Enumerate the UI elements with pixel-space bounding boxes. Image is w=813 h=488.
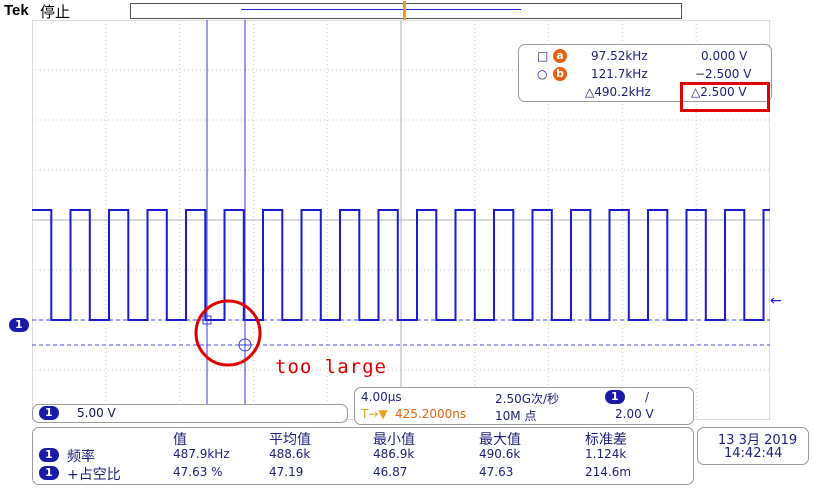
trigger-position: 425.2000ns (395, 407, 467, 421)
channel-1-ground-marker[interactable]: 1 (9, 313, 29, 332)
datetime-box: 13 3月 2019 14:42:44 (697, 427, 809, 465)
row2-max: 47.63 (479, 465, 514, 479)
row2-mean: 47.19 (269, 465, 304, 479)
time-text: 14:42:44 (724, 446, 783, 461)
row1-measure-name: 频率 (67, 449, 95, 465)
channel-1-badge: 1 (39, 406, 59, 420)
header-value: 值 (173, 432, 187, 448)
row2-measure-name: +占空比 (67, 467, 121, 483)
time-per-div: 4.00µs (361, 390, 402, 404)
row1-mean: 488.6k (269, 447, 311, 461)
row2-min: 46.87 (373, 465, 408, 479)
row1-min: 486.9k (373, 447, 415, 461)
channel-scale-panel[interactable]: 1 5.00 V (32, 404, 348, 423)
record-length: 10M 点 (495, 409, 537, 423)
measurement-table: 值 平均值 最小值 最大值 标准差 1 频率 487.9kHz 488.6k 4… (32, 427, 694, 485)
row1-max: 490.6k (479, 447, 521, 461)
channel-1-volts-per-div: 5.00 V (77, 406, 116, 420)
trigger-level: 2.00 V (615, 407, 654, 421)
square-cursor-icon: □ (537, 49, 549, 63)
annotation-text: too large (275, 356, 387, 378)
acquisition-status: 停止 (40, 3, 71, 21)
tek-logo: Tek (4, 2, 29, 19)
circle-cursor-icon: ○ (537, 67, 548, 81)
trigger-slope-icon: / (645, 390, 650, 404)
timebase-panel[interactable]: 4.00µs 2.50G次/秒 1 / T→▼ 425.2000ns 10M 点… (354, 387, 694, 425)
delta-voltage-highlight (680, 82, 770, 112)
row2-stddev: 214.6m (585, 465, 632, 479)
cursor-a-frequency: 97.52kHz (591, 49, 648, 63)
header-mean: 平均值 (269, 432, 311, 448)
row1-stddev: 1.124k (585, 447, 627, 461)
row1-value: 487.9kHz (173, 447, 230, 461)
row2-value: 47.63 % (173, 465, 223, 479)
header-max: 最大值 (479, 432, 521, 448)
cursor-a-voltage: 0.000 V (701, 49, 748, 63)
row2-channel-badge: 1 (39, 466, 59, 480)
trigger-channel-badge: 1 (605, 390, 625, 404)
header-min: 最小值 (373, 432, 415, 448)
trigger-offset-icon: T→▼ (361, 407, 388, 421)
sample-rate: 2.50G次/秒 (495, 392, 560, 406)
cursor-delta-frequency: △490.2kHz (585, 85, 651, 99)
row1-channel-badge: 1 (39, 448, 59, 462)
arrow-left-icon: ← (770, 293, 782, 309)
cursor-b-voltage: −2.500 V (695, 67, 752, 81)
header-stddev: 标准差 (585, 432, 627, 448)
cursor-b-icon: b (553, 67, 567, 81)
record-overview-bar (130, 1, 682, 21)
cursor-b-frequency: 121.7kHz (591, 67, 648, 81)
cursor-a-icon: a (553, 49, 567, 63)
